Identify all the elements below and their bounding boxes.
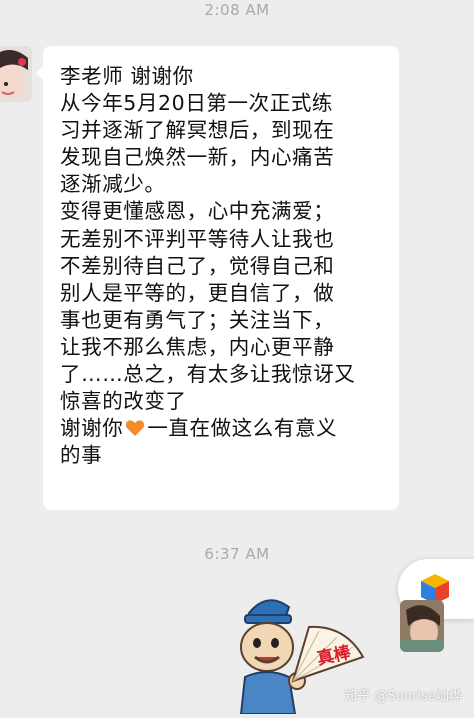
message-line: 别人是平等的，更自信了，做 <box>60 280 335 305</box>
message-bubble[interactable]: 李老师 谢谢你 从今年5月20日第一次正式练 习并逐渐了解冥想后，到现在 发现自… <box>36 46 399 510</box>
message-line: 让我不那么焦虑，内心更平静 <box>60 334 335 359</box>
message-line: 的事 <box>60 443 103 468</box>
sender-avatar[interactable] <box>0 46 32 102</box>
timestamp: 6:37 AM <box>204 545 270 563</box>
message-line: 发现自己焕然一新，内心痛苦 <box>60 145 335 170</box>
watermark: 知乎 @Sunrise灿烨 <box>344 689 462 704</box>
message-line: 变得更懂感恩，心中充满爱； <box>60 199 335 224</box>
my-avatar[interactable] <box>400 600 444 652</box>
message-line: 无差别不评判平等待人让我也 <box>60 226 335 251</box>
sticker-image[interactable]: 真棒 <box>215 585 365 715</box>
message-line: 从今年5月20日第一次正式练 <box>60 91 334 116</box>
message-line: 惊喜的改变了 <box>60 389 187 414</box>
timestamp: 2:08 AM <box>204 1 270 19</box>
message-line: 了……总之，有太多让我惊讶又 <box>60 362 356 387</box>
thanks-text: 谢谢你 <box>60 416 124 441</box>
thanks-text: 一直在做这么有意义 <box>147 416 338 441</box>
orange-heart-icon <box>125 418 145 438</box>
message-line: 不差别待自己了，觉得自己和 <box>60 253 335 278</box>
message-line: 习并逐渐了解冥想后，到现在 <box>60 118 335 143</box>
message-line: 事也更有勇气了；关注当下， <box>60 307 335 332</box>
message-line-with-emoji: 谢谢你 一直在做这么有意义 <box>60 415 399 442</box>
message-line: 李老师 谢谢你 <box>60 64 194 88</box>
message-line: 逐渐减少。 <box>60 172 166 197</box>
